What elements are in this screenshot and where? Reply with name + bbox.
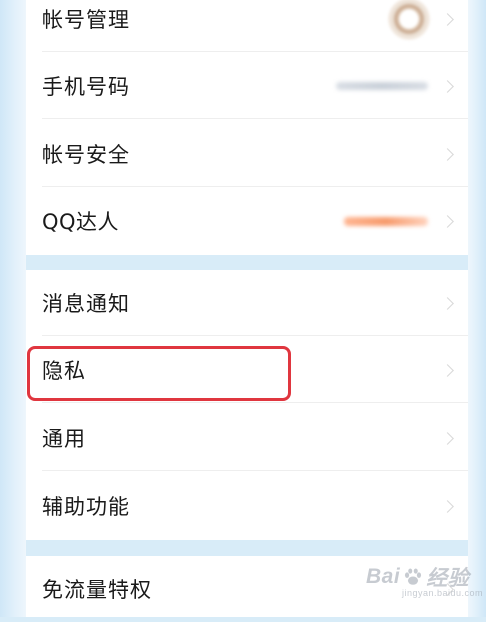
avatar [388,0,430,40]
row-label-privacy: 隐私 [42,359,86,383]
settings-row-privacy[interactable]: 隐私 [26,337,468,403]
chevron-right-icon [441,431,454,445]
row-divider [42,51,468,52]
row-label-notifications: 消息通知 [42,292,130,316]
chevron-right-icon [441,296,454,310]
baidu-jingyan-watermark: Bai 经验 jingyan.baidu.com [366,562,483,598]
row-label-free-data-privilege: 免流量特权 [42,578,152,602]
settings-row-accessibility[interactable]: 辅助功能 [26,473,468,539]
qq-expert-status [344,216,428,226]
row-divider [42,335,468,336]
settings-row-qq-expert[interactable]: QQ达人 [26,188,468,254]
settings-row-phone-number[interactable]: 手机号码 [26,53,468,119]
watermark-logo-left: Bai [366,565,401,588]
row-label-account-management: 帐号管理 [42,8,130,32]
row-label-accessibility: 辅助功能 [42,495,130,519]
settings-row-account-security[interactable]: 帐号安全 [26,121,468,187]
chevron-right-icon [441,79,454,93]
row-label-phone-number: 手机号码 [42,75,130,99]
row-label-qq-expert: QQ达人 [42,210,120,234]
chevron-right-icon [441,499,454,513]
masked-phone-value [336,82,428,90]
chevron-right-icon [441,12,454,26]
chevron-right-icon [441,147,454,161]
settings-row-account-management[interactable]: 帐号管理 [26,0,468,52]
settings-group-account: 帐号管理 手机号码 帐号安全 QQ达人 [26,0,468,255]
phone-frame-left [0,0,26,617]
phone-frame-right [468,0,486,617]
chevron-right-icon [441,214,454,228]
settings-row-notifications[interactable]: 消息通知 [26,270,468,336]
paw-icon [405,568,422,585]
row-divider [42,118,468,119]
chevron-right-icon [441,363,454,377]
settings-row-general[interactable]: 通用 [26,405,468,471]
row-divider [42,470,468,471]
row-divider [42,186,468,187]
row-label-account-security: 帐号安全 [42,143,130,167]
row-divider [42,402,468,403]
watermark-url: jingyan.baidu.com [402,588,484,598]
row-label-general: 通用 [42,427,86,451]
settings-group-general: 消息通知 隐私 通用 辅助功能 [26,270,468,540]
